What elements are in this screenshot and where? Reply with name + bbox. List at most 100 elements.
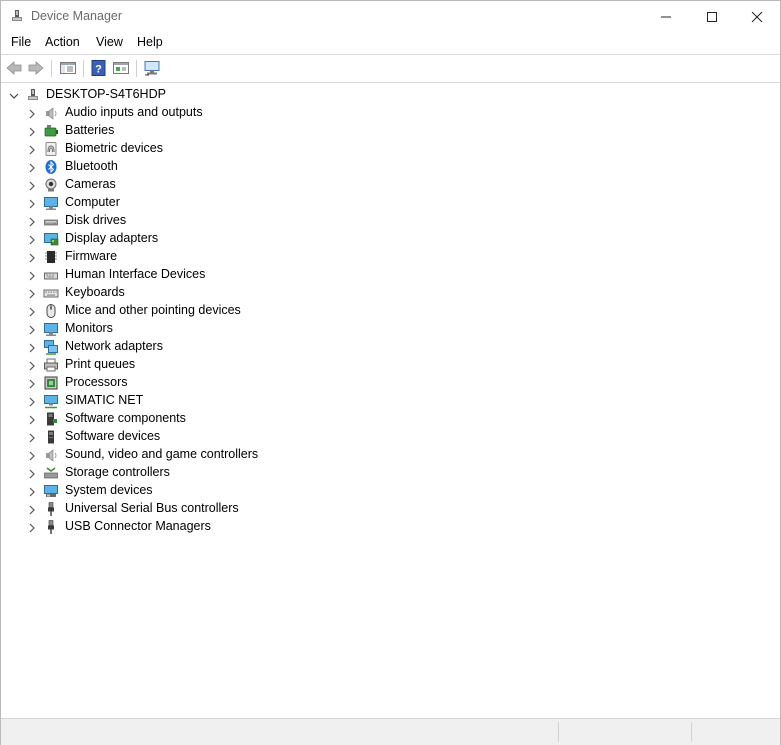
scan-hardware-changes-icon[interactable] (143, 59, 161, 77)
tree-item-label: Processors (65, 375, 128, 389)
tree-item-label: Firmware (65, 249, 118, 263)
expand-chevron-icon[interactable] (27, 270, 37, 281)
tree-item-label: Storage controllers (65, 465, 170, 479)
device-manager-window: Device Manager File Action View Help ? D… (0, 0, 781, 745)
svg-text:?: ? (95, 64, 102, 76)
menu-help[interactable]: Help (135, 35, 165, 49)
help-icon[interactable]: ? (90, 59, 108, 77)
properties-icon[interactable] (112, 59, 130, 77)
expand-chevron-icon[interactable] (27, 522, 37, 533)
keyboard-icon (43, 285, 59, 301)
window-title: Device Manager (31, 9, 123, 23)
expand-chevron-icon[interactable] (27, 450, 37, 461)
expand-chevron-icon[interactable] (27, 144, 37, 155)
show-hide-console-tree-icon[interactable] (59, 59, 77, 77)
expand-chevron-icon[interactable] (27, 234, 37, 245)
computer-icon (43, 195, 59, 211)
software-device-icon (43, 429, 59, 445)
toolbar: ? (1, 54, 780, 83)
display-adapter-icon (43, 231, 59, 247)
menu-view[interactable]: View (94, 35, 125, 49)
speaker-icon (43, 105, 59, 121)
expand-chevron-icon[interactable] (27, 288, 37, 299)
expand-chevron-icon[interactable] (27, 252, 37, 263)
expand-chevron-icon[interactable] (27, 342, 37, 353)
back-arrow-icon[interactable] (5, 59, 23, 77)
expand-chevron-icon[interactable] (27, 216, 37, 227)
expand-chevron-icon[interactable] (27, 486, 37, 497)
mouse-icon (43, 303, 59, 319)
tree-item-label: Audio inputs and outputs (65, 105, 203, 119)
expand-chevron-icon[interactable] (27, 360, 37, 371)
tree-item-label: Software components (65, 411, 186, 425)
tree-root-label: DESKTOP-S4T6HDP (46, 87, 166, 101)
expand-chevron-icon[interactable] (27, 180, 37, 191)
maximize-button[interactable] (689, 1, 735, 32)
tree-item-label: Biometric devices (65, 141, 163, 155)
expand-chevron-icon[interactable] (27, 468, 37, 479)
tree-item-label: System devices (65, 483, 153, 497)
device-tree[interactable]: DESKTOP-S4T6HDP Audio inputs and outputs… (1, 82, 780, 718)
expand-chevron-icon[interactable] (27, 432, 37, 443)
status-bar (1, 718, 780, 745)
forward-arrow-icon[interactable] (27, 59, 45, 77)
expand-chevron-icon[interactable] (27, 396, 37, 407)
tree-item-label: SIMATIC NET (65, 393, 144, 407)
printer-icon (43, 357, 59, 373)
tree-item-label: Human Interface Devices (65, 267, 206, 281)
tree-item-label: Computer (65, 195, 120, 209)
fingerprint-icon (43, 141, 59, 157)
expand-chevron-icon[interactable] (27, 126, 37, 137)
storage-controller-icon (43, 465, 59, 481)
title-bar[interactable]: Device Manager (1, 1, 780, 32)
device-manager-app-icon (9, 8, 25, 24)
toolbar-separator (51, 60, 52, 77)
tree-item-label: Batteries (65, 123, 115, 137)
network-adapter-icon (43, 339, 59, 355)
status-divider (558, 722, 559, 742)
expand-chevron-icon[interactable] (27, 108, 37, 119)
tree-item-label: Network adapters (65, 339, 163, 353)
expand-chevron-icon[interactable] (27, 414, 37, 425)
camera-icon (43, 177, 59, 193)
menu-action[interactable]: Action (43, 35, 82, 49)
tree-item-label: Display adapters (65, 231, 159, 245)
expand-chevron-icon[interactable] (27, 198, 37, 209)
computer-root-icon (25, 87, 41, 103)
expand-chevron-icon[interactable] (27, 378, 37, 389)
tree-item-label: Print queues (65, 357, 136, 371)
tree-item-label: Keyboards (65, 285, 125, 299)
tree-item-label: Disk drives (65, 213, 127, 227)
usb-icon (43, 501, 59, 517)
expand-chevron-icon[interactable] (27, 162, 37, 173)
tree-item-label: USB Connector Managers (65, 519, 211, 533)
firmware-chip-icon (43, 249, 59, 265)
monitor-icon (43, 321, 59, 337)
tree-item-label: Bluetooth (65, 159, 118, 173)
minimize-button[interactable] (643, 1, 689, 32)
collapse-chevron-icon[interactable] (9, 90, 19, 100)
toolbar-separator (136, 60, 137, 77)
expand-chevron-icon[interactable] (27, 306, 37, 317)
hid-icon (43, 267, 59, 283)
tree-item-label: Sound, video and game controllers (65, 447, 259, 461)
processor-icon (43, 375, 59, 391)
system-devices-icon (43, 483, 59, 499)
menu-file[interactable]: File (9, 35, 33, 49)
usb-icon (43, 519, 59, 535)
menu-bar: File Action View Help (1, 32, 780, 54)
tree-item-label: Cameras (65, 177, 116, 191)
status-divider (691, 722, 692, 742)
battery-icon (43, 123, 59, 139)
close-button[interactable] (734, 1, 780, 32)
expand-chevron-icon[interactable] (27, 324, 37, 335)
software-component-icon (43, 411, 59, 427)
bluetooth-icon (43, 159, 59, 175)
tree-item-label: Universal Serial Bus controllers (65, 501, 239, 515)
expand-chevron-icon[interactable] (27, 504, 37, 515)
tree-item-label: Mice and other pointing devices (65, 303, 241, 317)
network-icon (43, 393, 59, 409)
disk-drive-icon (43, 213, 59, 229)
toolbar-separator (83, 60, 84, 77)
tree-item-label: Software devices (65, 429, 161, 443)
